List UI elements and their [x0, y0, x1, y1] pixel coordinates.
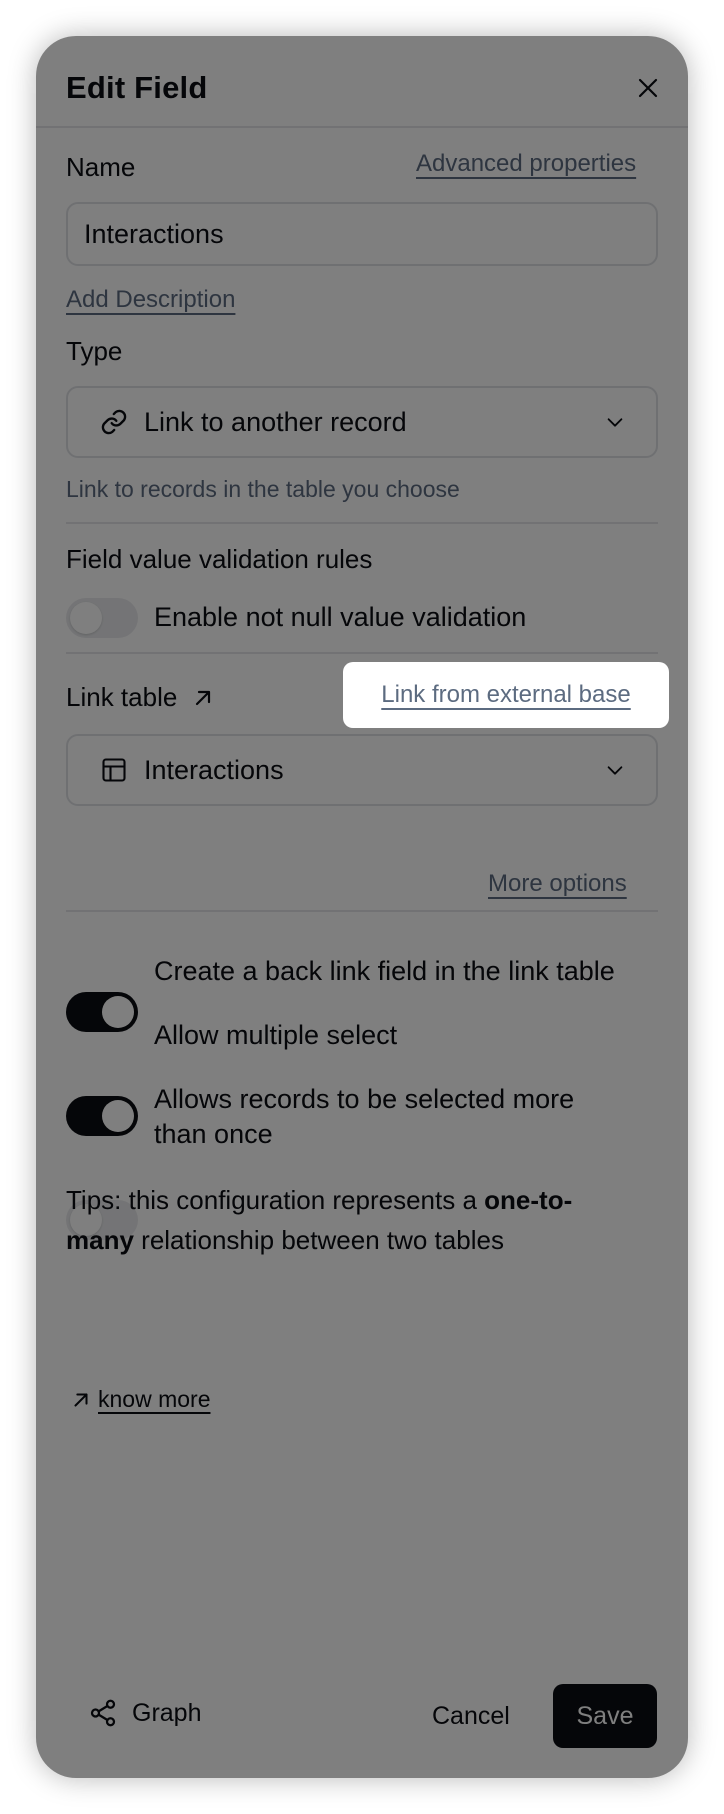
link-external-highlight: Link from external base: [343, 662, 669, 728]
graph-button[interactable]: Graph: [88, 1698, 201, 1728]
name-input-value: Interactions: [84, 218, 224, 249]
toggle-knob: [70, 602, 102, 634]
header-divider: [36, 126, 688, 128]
type-select[interactable]: Link to another record: [66, 386, 658, 458]
validation-label: Field value validation rules: [66, 544, 373, 574]
link-external-base-link[interactable]: Link from external base: [381, 681, 630, 709]
cancel-button[interactable]: Cancel: [432, 1702, 510, 1731]
link-icon: [101, 409, 127, 435]
tips-suffix: relationship between two tables: [141, 1225, 504, 1255]
back-link-label: Create a back link field in the link tab…: [154, 956, 615, 986]
share-graph-icon: [90, 1699, 116, 1727]
save-button[interactable]: Save: [553, 1684, 657, 1748]
type-description: Link to records in the table you choose: [66, 476, 460, 502]
type-divider: [66, 522, 658, 524]
not-null-toggle[interactable]: [66, 598, 138, 638]
link-table-select[interactable]: Interactions: [66, 734, 658, 806]
advanced-properties-link[interactable]: Advanced properties: [416, 150, 636, 178]
name-label: Name: [66, 152, 136, 182]
link-table-label: Link table: [66, 682, 178, 712]
know-more-link[interactable]: know more: [70, 1386, 210, 1413]
toggle-knob: [102, 996, 134, 1028]
not-null-label: Enable not null value validation: [154, 602, 527, 632]
more-options-link[interactable]: More options: [488, 870, 627, 898]
validation-divider: [66, 652, 658, 654]
type-label: Type: [66, 336, 123, 366]
close-icon: [638, 78, 658, 98]
close-button[interactable]: [624, 64, 672, 112]
tips-prefix: Tips: this configuration represents a: [66, 1185, 477, 1215]
arrow-up-right-icon[interactable]: [191, 686, 215, 710]
arrow-up-right-icon: [74, 1392, 88, 1407]
edit-field-dialog: Edit Field Name Advanced properties Inte…: [36, 36, 688, 1778]
dialog-title: Edit Field: [66, 70, 208, 105]
chevron-down-icon: [607, 766, 623, 775]
table-icon: [102, 758, 126, 782]
options-divider: [66, 910, 658, 912]
link-table-value: Interactions: [144, 754, 284, 785]
chevron-down-icon: [607, 418, 623, 427]
graph-label: Graph: [132, 1698, 202, 1727]
name-input[interactable]: Interactions: [66, 202, 658, 266]
type-select-value: Link to another record: [144, 406, 407, 437]
add-description-link[interactable]: Add Description: [66, 286, 235, 314]
back-link-toggle[interactable]: [66, 992, 138, 1032]
toggle-knob: [102, 1100, 134, 1132]
relationship-tips: Tips: this configuration represents a on…: [66, 1180, 626, 1260]
multiple-select-label: Allow multiple select: [154, 1020, 398, 1050]
know-more-text: know more: [98, 1386, 211, 1412]
select-more-than-once-label: Allows records to be selected more than …: [154, 1084, 575, 1149]
link-table-header: Link table: [66, 682, 215, 713]
multiple-select-toggle[interactable]: [66, 1096, 138, 1136]
